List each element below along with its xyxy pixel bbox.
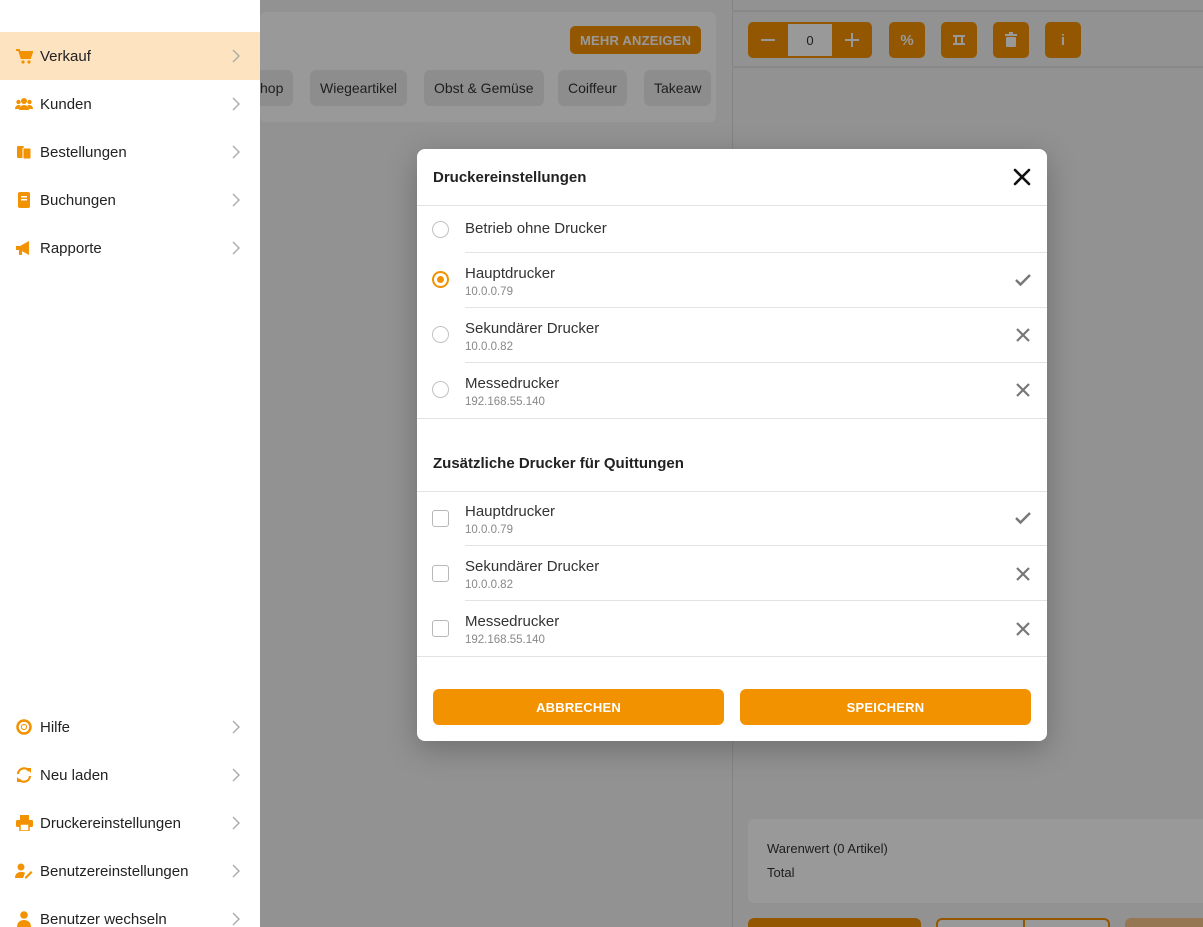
sidebar-item-label: Hilfe [40,718,71,736]
printer-ip: 10.0.0.79 [465,524,513,536]
sidebar-item-label: Buchungen [40,191,116,209]
printer-settings-dialog: Druckereinstellungen Betrieb ohne Drucke… [417,149,1047,741]
sidebar-item-kunden[interactable]: Kunden [0,80,260,128]
chevron-right-icon [232,768,240,782]
sidebar-item-label: Bestellungen [40,143,127,161]
sidebar-item-label: Rapporte [40,239,102,257]
printer-name: Messedrucker [465,613,560,630]
receipt-printer-main[interactable]: Hauptdrucker 10.0.0.79 [417,492,1047,546]
printer-ip: 10.0.0.79 [465,286,513,298]
sidebar-item-label: Verkauf [40,47,91,65]
cart-icon [15,47,33,65]
sidebar-item-bestellungen[interactable]: Bestellungen [0,128,260,176]
sidebar-item-druckereinstellungen[interactable]: Druckereinstellungen [0,799,260,847]
user-icon [15,910,33,927]
printer-ip: 192.168.55.140 [465,634,545,646]
save-button[interactable]: SPEICHERN [740,689,1031,725]
chevron-right-icon [232,97,240,111]
sidebar-item-buchungen[interactable]: Buchungen [0,176,260,224]
sidebar-item-label: Benutzereinstellungen [40,862,189,880]
sidebar-item-label: Druckereinstellungen [40,814,181,832]
option-label: Betrieb ohne Drucker [465,220,607,237]
printer-name: Hauptdrucker [465,503,556,520]
sidebar-item-rapporte[interactable]: Rapporte [0,224,260,272]
sidebar-item-label: Benutzer wechseln [40,910,167,927]
printer-name: Messedrucker [465,375,560,392]
lifebuoy-icon [15,718,33,736]
offline-x-icon [1016,383,1030,397]
chevron-right-icon [232,193,240,207]
printer-ip: 10.0.0.82 [465,341,513,353]
printer-ip: 10.0.0.82 [465,579,513,591]
sidebar-item-label: Kunden [40,95,92,113]
checkbox[interactable] [432,565,449,582]
printer-icon [15,814,33,832]
receipt-printer-secondary[interactable]: Sekundärer Drucker 10.0.0.82 [417,546,1047,601]
radio-button[interactable] [432,221,449,238]
book-icon [15,191,33,209]
sidebar: Verkauf Kunden Bestellungen Buchungen Ra… [0,0,260,927]
sidebar-item-verkauf[interactable]: Verkauf [0,32,260,80]
reload-icon [15,766,33,784]
sidebar-item-neu-laden[interactable]: Neu laden [0,751,260,799]
offline-x-icon [1016,328,1030,342]
sidebar-item-benutzer-wechseln[interactable]: Benutzer wechseln [0,895,260,927]
users-icon [15,95,33,113]
close-icon[interactable] [1010,165,1034,189]
offline-x-icon [1016,567,1030,581]
checkbox[interactable] [432,510,449,527]
user-settings-icon [15,862,33,880]
printer-name: Sekundärer Drucker [465,320,600,337]
receipt-printers-title: Zusätzliche Drucker für Quittungen [433,455,684,472]
chevron-right-icon [232,49,240,63]
chevron-right-icon [232,912,240,926]
orders-icon [15,143,33,161]
receipt-printer-fair[interactable]: Messedrucker 192.168.55.140 [417,601,1047,656]
check-icon [1015,512,1031,525]
sidebar-item-hilfe[interactable]: Hilfe [0,703,260,751]
chevron-right-icon [232,720,240,734]
divider [417,418,1047,419]
radio-button-selected[interactable] [432,271,449,288]
dialog-title: Druckereinstellungen [433,169,587,186]
chevron-right-icon [232,145,240,159]
printer-option-main[interactable]: Hauptdrucker 10.0.0.79 [417,253,1047,307]
chevron-right-icon [232,241,240,255]
checkbox[interactable] [432,620,449,637]
printer-option-secondary[interactable]: Sekundärer Drucker 10.0.0.82 [417,308,1047,363]
cancel-button[interactable]: ABBRECHEN [433,689,724,725]
radio-button[interactable] [432,326,449,343]
printer-ip: 192.168.55.140 [465,396,545,408]
printer-name: Hauptdrucker [465,265,556,282]
sidebar-item-label: Neu laden [40,766,109,784]
chevron-right-icon [232,864,240,878]
divider [417,656,1047,657]
printer-name: Sekundärer Drucker [465,558,600,575]
sidebar-item-benutzereinstellungen[interactable]: Benutzereinstellungen [0,847,260,895]
radio-button[interactable] [432,381,449,398]
megaphone-icon [15,239,33,257]
printer-option-none[interactable]: Betrieb ohne Drucker [417,206,1047,252]
printer-option-fair[interactable]: Messedrucker 192.168.55.140 [417,363,1047,418]
check-icon [1015,274,1031,287]
chevron-right-icon [232,816,240,830]
offline-x-icon [1016,622,1030,636]
